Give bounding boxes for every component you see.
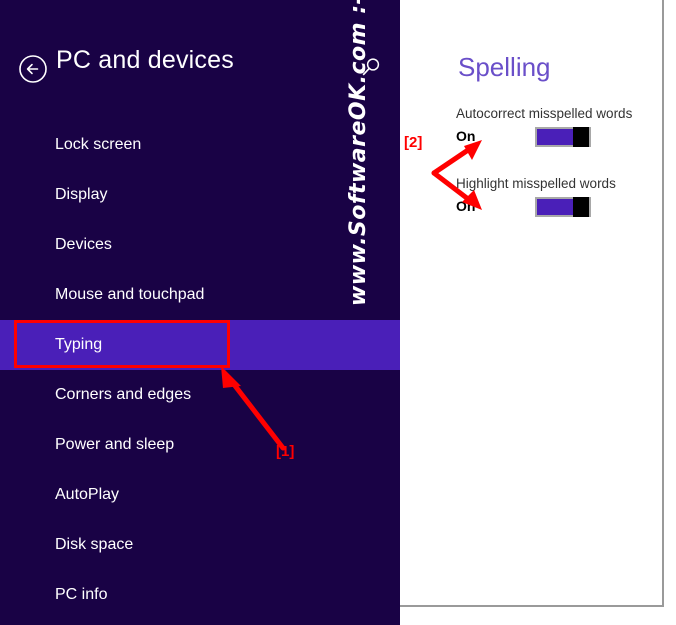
- setting-highlight-misspelled-words: Highlight misspelled words On: [456, 176, 616, 217]
- setting-control-row: On: [456, 197, 616, 217]
- sidebar-item-label: Mouse and touchpad: [55, 286, 205, 303]
- toggle-state-text: On: [456, 128, 476, 144]
- toggle-fill: [537, 199, 573, 215]
- sidebar-item-label: Devices: [55, 236, 112, 253]
- sidebar-item-label: AutoPlay: [55, 486, 120, 503]
- toggle-fill: [537, 129, 573, 145]
- toggle-knob[interactable]: [573, 197, 589, 217]
- spelling-heading: Spelling: [458, 52, 551, 82]
- setting-label: Highlight misspelled words: [456, 176, 616, 191]
- sidebar-item-label: PC info: [55, 586, 108, 603]
- toggle-state-text: On: [456, 198, 476, 214]
- page-title: PC and devices: [56, 46, 234, 74]
- sidebar-item-label: Lock screen: [55, 136, 142, 153]
- sidebar-item-autoplay[interactable]: AutoPlay: [0, 470, 400, 520]
- setting-control-row: On: [456, 127, 632, 147]
- back-arrow-circle-icon[interactable]: [18, 54, 48, 84]
- sidebar-item-label: Disk space: [55, 536, 134, 553]
- sidebar-item-disk-space[interactable]: Disk space: [0, 520, 400, 570]
- sidebar-item-pc-info[interactable]: PC info: [0, 570, 400, 620]
- sidebar-item-corners-and-edges[interactable]: Corners and edges: [0, 370, 400, 420]
- sidebar-item-label: Display: [55, 186, 108, 203]
- sidebar-item-lock-screen[interactable]: Lock screen: [0, 120, 400, 170]
- autocorrect-toggle-switch[interactable]: [535, 127, 591, 147]
- sidebar-item-power-and-sleep[interactable]: Power and sleep: [0, 420, 400, 470]
- sidebar-item-devices[interactable]: Devices: [0, 220, 400, 270]
- sidebar-item-label: Power and sleep: [55, 436, 175, 453]
- pc-and-devices-nav-panel: PC and devices Lock screen Display Devic…: [0, 0, 400, 625]
- spelling-settings-panel: Spelling Autocorrect misspelled words On…: [400, 0, 664, 607]
- search-magnifier-icon[interactable]: [358, 55, 384, 81]
- sidebar-item-label: Corners and edges: [55, 386, 192, 403]
- sidebar-item-label: Typing: [55, 336, 103, 353]
- setting-autocorrect-misspelled-words: Autocorrect misspelled words On: [456, 106, 632, 147]
- nav-item-list: Lock screen Display Devices Mouse and to…: [0, 120, 400, 620]
- sidebar-item-typing[interactable]: Typing: [0, 320, 400, 370]
- sidebar-item-mouse-and-touchpad[interactable]: Mouse and touchpad: [0, 270, 400, 320]
- sidebar-item-display[interactable]: Display: [0, 170, 400, 220]
- screenshot-root: PC and devices Lock screen Display Devic…: [0, 0, 676, 625]
- setting-label: Autocorrect misspelled words: [456, 106, 633, 121]
- toggle-knob[interactable]: [573, 127, 589, 147]
- highlight-toggle-switch[interactable]: [535, 197, 591, 217]
